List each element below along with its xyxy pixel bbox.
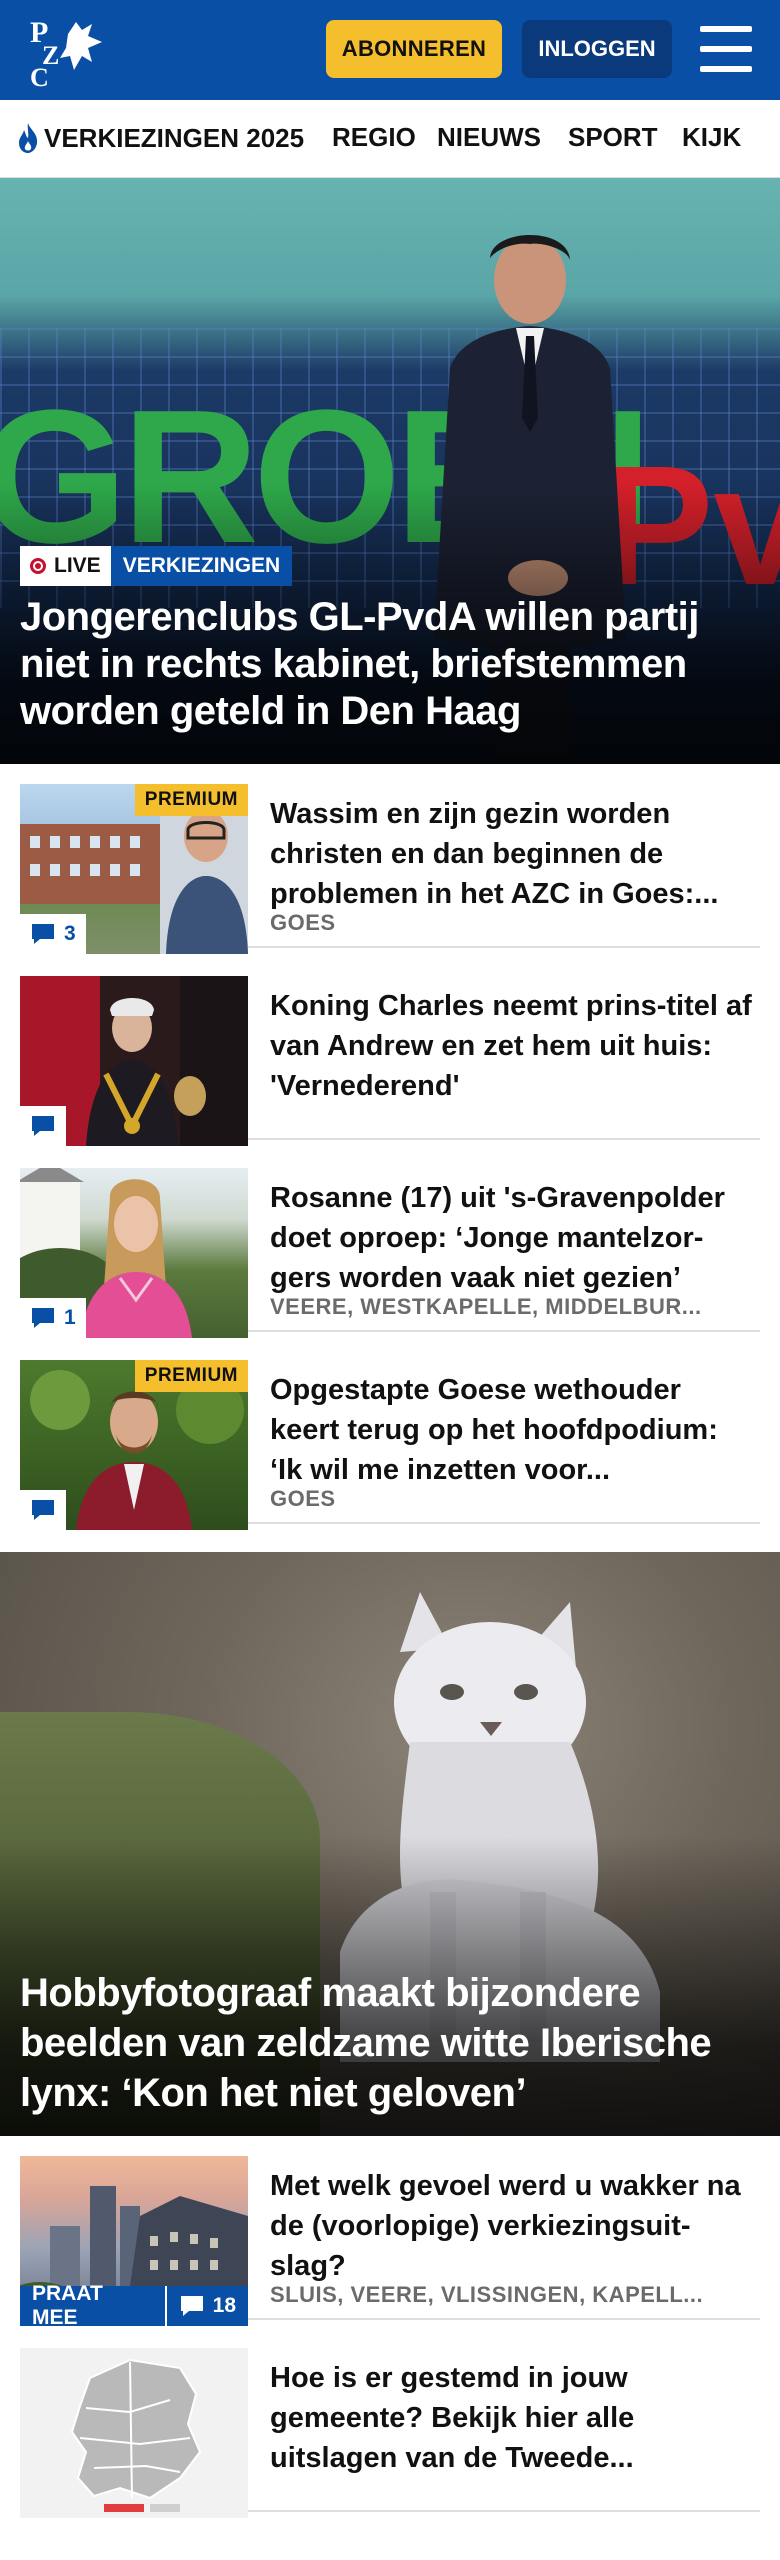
comment-count-value: 3 (64, 922, 76, 945)
hero-article[interactable]: GROEN PvdA LIVE VERKIEZINGEN Jongerenclu… (0, 178, 780, 764)
category-badge[interactable]: VERKIEZINGEN (110, 546, 293, 586)
nav-label: VERKIEZINGEN 2025 (44, 122, 305, 153)
comment-count: 18 (167, 2294, 248, 2318)
article-item[interactable]: 1 Rosanne (17) uit 's-Gravenpolder doet … (20, 1160, 760, 1338)
premium-badge: PREMIUM (134, 784, 248, 816)
top-header: P Z C ABONNEREN INLOGGEN (0, 0, 780, 100)
hamburger-menu-icon[interactable] (700, 26, 752, 72)
praat-mee-label: PRAAT MEE (20, 2282, 167, 2326)
pzc-logo-icon: P Z C (30, 16, 102, 92)
article-location: SLUIS, VEERE, VLISSINGEN, KAPELL... (270, 2282, 704, 2307)
nav-item-verkiezingen[interactable]: VERKIEZINGEN 2025 (16, 122, 304, 154)
hero-badges: LIVE VERKIEZINGEN (20, 546, 293, 586)
comment-count[interactable]: 1 (20, 1298, 86, 1338)
article-title[interactable]: Hoe is er gestemd in jouw gemeente? Beki… (270, 2358, 755, 2478)
pzc-logo[interactable]: P Z C (28, 14, 112, 92)
article-item[interactable]: PRAAT MEE 18 Met welk gevoel werd u wakk… (20, 2148, 760, 2326)
article-title[interactable]: Met welk gevoel werd u wakker na de (voo… (270, 2166, 755, 2286)
comment-icon (32, 1116, 54, 1136)
nav-item-nieuws[interactable]: NIEUWS (437, 122, 541, 153)
nav-item-sport[interactable]: SPORT (568, 122, 658, 153)
article-thumbnail: PREMIUM 3 (20, 784, 248, 954)
comment-count[interactable]: 3 (20, 914, 86, 954)
discussion-badge[interactable]: PRAAT MEE 18 (20, 2282, 248, 2326)
live-dot-icon (30, 558, 46, 574)
premium-badge: PREMIUM (134, 1360, 248, 1392)
article-item[interactable]: Hoe is er gestemd in jouw gemeente? Beki… (20, 2340, 760, 2518)
article-location: GOES (270, 1486, 336, 1511)
flame-icon (19, 123, 38, 153)
comment-icon (180, 2296, 203, 2316)
article-thumbnail (20, 2348, 248, 2518)
subscribe-button[interactable]: ABONNEREN (326, 20, 502, 78)
article-thumbnail: 1 (20, 1168, 248, 1338)
comment-count[interactable] (20, 1490, 66, 1530)
live-badge: LIVE (20, 546, 111, 586)
login-button[interactable]: INLOGGEN (522, 20, 672, 78)
comment-count-value: 18 (212, 2294, 236, 2317)
article-title[interactable]: Koning Charles neemt prins-titel af van … (270, 986, 755, 1106)
article-location: GOES (270, 910, 336, 935)
article-item[interactable]: Koning Charles neemt prins-titel af van … (20, 968, 760, 1146)
article-location: VEERE, WESTKAPELLE, MIDDELBUR... (270, 1294, 702, 1319)
comment-icon (32, 924, 54, 944)
article-title[interactable]: Wassim en zijn gezin worden christen en … (270, 794, 755, 914)
comment-count[interactable] (20, 1106, 66, 1146)
comment-count-value: 1 (64, 1306, 76, 1329)
article-item[interactable]: PREMIUM Opgestapte Goese wethouder keert… (20, 1352, 760, 1530)
live-label: LIVE (54, 554, 101, 577)
comment-icon (32, 1500, 54, 1520)
article-thumbnail: PRAAT MEE 18 (20, 2156, 248, 2326)
article-item[interactable]: PREMIUM 3 Wassim en zijn gezin worden ch… (20, 776, 760, 954)
svg-text:C: C (30, 63, 49, 88)
section-nav: VERKIEZINGEN 2025 REGIO NIEUWS SPORT KIJ… (0, 100, 780, 178)
article-title[interactable]: Rosanne (17) uit 's-Gravenpolder doet op… (270, 1178, 755, 1298)
comment-icon (32, 1308, 54, 1328)
hero-title[interactable]: Jongerenclubs GL-PvdA willen partij niet… (20, 594, 760, 735)
article-thumbnail (20, 976, 248, 1146)
article-title[interactable]: Opgestapte Goese wethouder keert terug o… (270, 1370, 755, 1490)
article-thumbnail: PREMIUM (20, 1360, 248, 1530)
netherlands-map-icon (70, 2358, 202, 2512)
nav-item-kijk[interactable]: KIJK (682, 122, 741, 153)
feature-article[interactable]: Hobbyfotograaf maakt bijzondere beelden … (0, 1552, 780, 2136)
feature-title[interactable]: Hobbyfotograaf maakt bijzondere beelden … (20, 1968, 760, 2118)
nav-item-regio[interactable]: REGIO (332, 122, 416, 153)
